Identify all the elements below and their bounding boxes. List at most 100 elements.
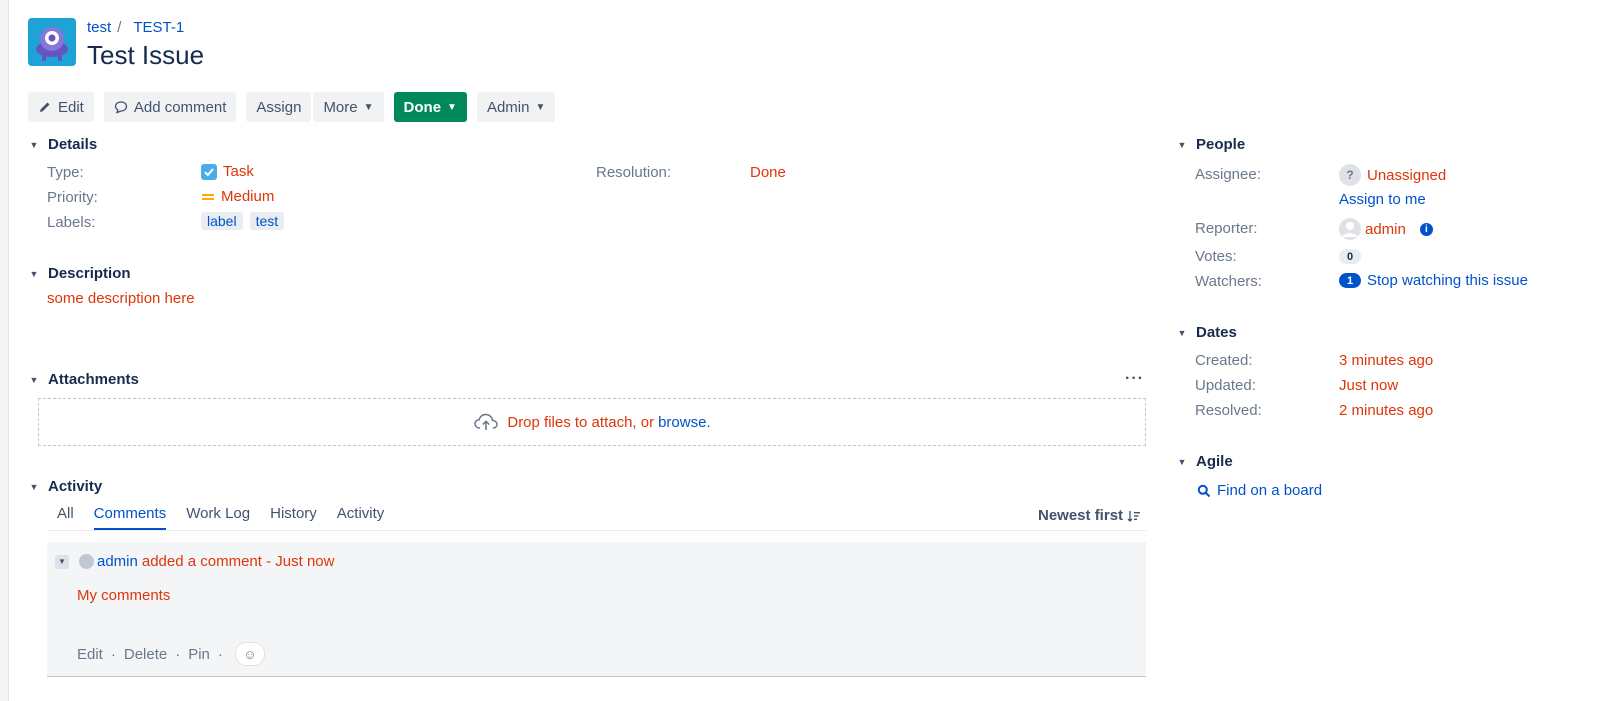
- watchers-count-badge[interactable]: 1: [1339, 273, 1361, 288]
- assignee-label: Assignee:: [1195, 166, 1261, 183]
- admin-dropdown-button[interactable]: Admin ▼: [476, 92, 556, 122]
- action-separator: ·: [217, 645, 223, 663]
- dates-heading: Dates: [1196, 324, 1237, 341]
- browse-link[interactable]: browse.: [658, 414, 711, 431]
- pencil-icon: [40, 102, 50, 112]
- project-avatar-icon[interactable]: [28, 18, 76, 66]
- tab-comments[interactable]: Comments: [93, 505, 167, 530]
- collapse-chevron-icon[interactable]: ▼: [28, 374, 40, 386]
- breadcrumb-project-link[interactable]: test: [87, 19, 111, 36]
- sort-order-label: Newest first: [1038, 507, 1124, 524]
- comment-body: My comments: [77, 587, 171, 604]
- task-checkbox-icon: [201, 163, 217, 180]
- dates-module-header[interactable]: ▼ Dates: [1176, 324, 1237, 341]
- chevron-down-icon: ▼: [363, 101, 374, 113]
- comment-author-link[interactable]: admin: [97, 553, 138, 570]
- status-button-label: Done: [403, 98, 442, 116]
- collapse-chevron-icon[interactable]: ▼: [28, 481, 40, 493]
- tab-work-log[interactable]: Work Log: [186, 505, 250, 530]
- votes-value[interactable]: 0: [1339, 249, 1361, 264]
- comment-edit-action[interactable]: Edit: [77, 646, 103, 663]
- assign-button-label: Assign: [256, 98, 302, 116]
- activity-module-header[interactable]: ▼ Activity: [28, 478, 103, 495]
- action-separator: ·: [110, 645, 116, 663]
- priority-value-text: Medium: [221, 188, 275, 205]
- details-module-header[interactable]: ▼ Details: [28, 136, 98, 153]
- type-value-text: Task: [223, 163, 254, 180]
- watchers-label: Watchers:: [1195, 273, 1262, 290]
- label-chip[interactable]: test: [249, 212, 285, 230]
- collapse-chevron-icon[interactable]: ▼: [1176, 456, 1188, 468]
- unassigned-avatar-icon: ?: [1339, 164, 1361, 186]
- watchers-value: 1 Stop watching this issue: [1339, 272, 1528, 289]
- resolution-label: Resolution:: [596, 164, 672, 181]
- people-module-header[interactable]: ▼ People: [1176, 136, 1246, 153]
- sort-order-button[interactable]: Newest first: [1038, 507, 1141, 524]
- tab-history[interactable]: History: [270, 505, 317, 530]
- breadcrumb-separator: /: [117, 19, 122, 36]
- tab-all[interactable]: All: [57, 505, 74, 530]
- attachment-dropzone[interactable]: Drop files to attach, or browse.: [38, 398, 1146, 446]
- resolved-label: Resolved:: [1195, 402, 1262, 419]
- attachments-module-header[interactable]: ▼ Attachments: [28, 371, 139, 388]
- label-chip[interactable]: label: [201, 212, 243, 230]
- type-value: Task: [201, 163, 254, 180]
- updated-value: Just now: [1339, 377, 1399, 394]
- info-icon[interactable]: i: [1419, 222, 1433, 236]
- breadcrumb-issue-key-link[interactable]: TEST-1: [133, 19, 184, 36]
- add-comment-button[interactable]: Add comment: [103, 92, 237, 122]
- collapse-chevron-icon[interactable]: ▼: [28, 268, 40, 280]
- find-on-board-link[interactable]: Find on a board: [1197, 482, 1322, 499]
- edit-button[interactable]: Edit: [28, 92, 94, 122]
- collapse-chevron-icon[interactable]: ▼: [28, 139, 40, 151]
- reporter-value: admin i: [1339, 218, 1433, 240]
- agile-heading: Agile: [1196, 453, 1233, 470]
- resolution-value: Done: [750, 164, 786, 181]
- collapse-chevron-icon[interactable]: ▼: [1176, 327, 1188, 339]
- issue-title[interactable]: Test Issue: [87, 40, 204, 71]
- updated-label: Updated:: [1195, 377, 1256, 394]
- add-reaction-icon[interactable]: ☺: [234, 642, 265, 666]
- details-heading: Details: [48, 136, 98, 153]
- sort-descending-icon: [1127, 510, 1141, 522]
- edit-button-label: Edit: [58, 98, 84, 116]
- collapse-comment-icon[interactable]: ▼: [55, 554, 69, 569]
- stop-watching-link[interactable]: Stop watching this issue: [1367, 272, 1528, 289]
- more-dropdown-button[interactable]: More ▼: [313, 92, 384, 122]
- votes-count-badge: 0: [1339, 249, 1361, 264]
- tab-activity[interactable]: Activity: [337, 505, 385, 530]
- action-separator: ·: [175, 645, 181, 663]
- drop-files-text: Drop files to attach, or: [507, 413, 655, 431]
- chevron-down-icon: ▼: [447, 101, 457, 113]
- reporter-name[interactable]: admin: [1365, 221, 1406, 238]
- collapse-chevron-icon[interactable]: ▼: [1176, 139, 1188, 151]
- description-text[interactable]: some description here: [47, 290, 195, 307]
- tabs-divider: [47, 530, 1146, 531]
- avatar[interactable]: [79, 554, 94, 569]
- assignee-value-text: Unassigned: [1367, 166, 1447, 184]
- comment-meta: added a comment - Just now: [141, 553, 335, 570]
- left-sidebar-edge: [0, 0, 9, 701]
- assign-to-me-link[interactable]: Assign to me: [1339, 191, 1426, 208]
- comment-delete-action[interactable]: Delete: [124, 646, 167, 663]
- admin-button-label: Admin: [486, 98, 530, 116]
- type-label: Type:: [47, 164, 84, 181]
- status-done-button[interactable]: Done ▼: [393, 92, 467, 122]
- more-options-icon[interactable]: ···: [1125, 370, 1144, 388]
- agile-module-header[interactable]: ▼ Agile: [1176, 453, 1233, 470]
- votes-label: Votes:: [1195, 248, 1237, 265]
- comment-header: ▼ admin added a comment - Just now: [55, 553, 334, 570]
- find-on-board-label: Find on a board: [1217, 482, 1323, 499]
- assign-button[interactable]: Assign: [246, 92, 312, 122]
- avatar[interactable]: [1339, 218, 1361, 240]
- description-heading: Description: [48, 265, 131, 282]
- reporter-label: Reporter:: [1195, 220, 1258, 237]
- comment-pin-action[interactable]: Pin: [188, 646, 210, 663]
- more-button-label: More: [323, 98, 358, 116]
- add-comment-button-label: Add comment: [133, 98, 227, 116]
- activity-tabs: All Comments Work Log History Activity: [57, 505, 384, 530]
- assignee-value: ? Unassigned: [1339, 164, 1446, 186]
- created-value: 3 minutes ago: [1339, 352, 1434, 369]
- comment-actions: Edit · Delete · Pin · ☺: [77, 642, 265, 666]
- description-module-header[interactable]: ▼ Description: [28, 265, 131, 282]
